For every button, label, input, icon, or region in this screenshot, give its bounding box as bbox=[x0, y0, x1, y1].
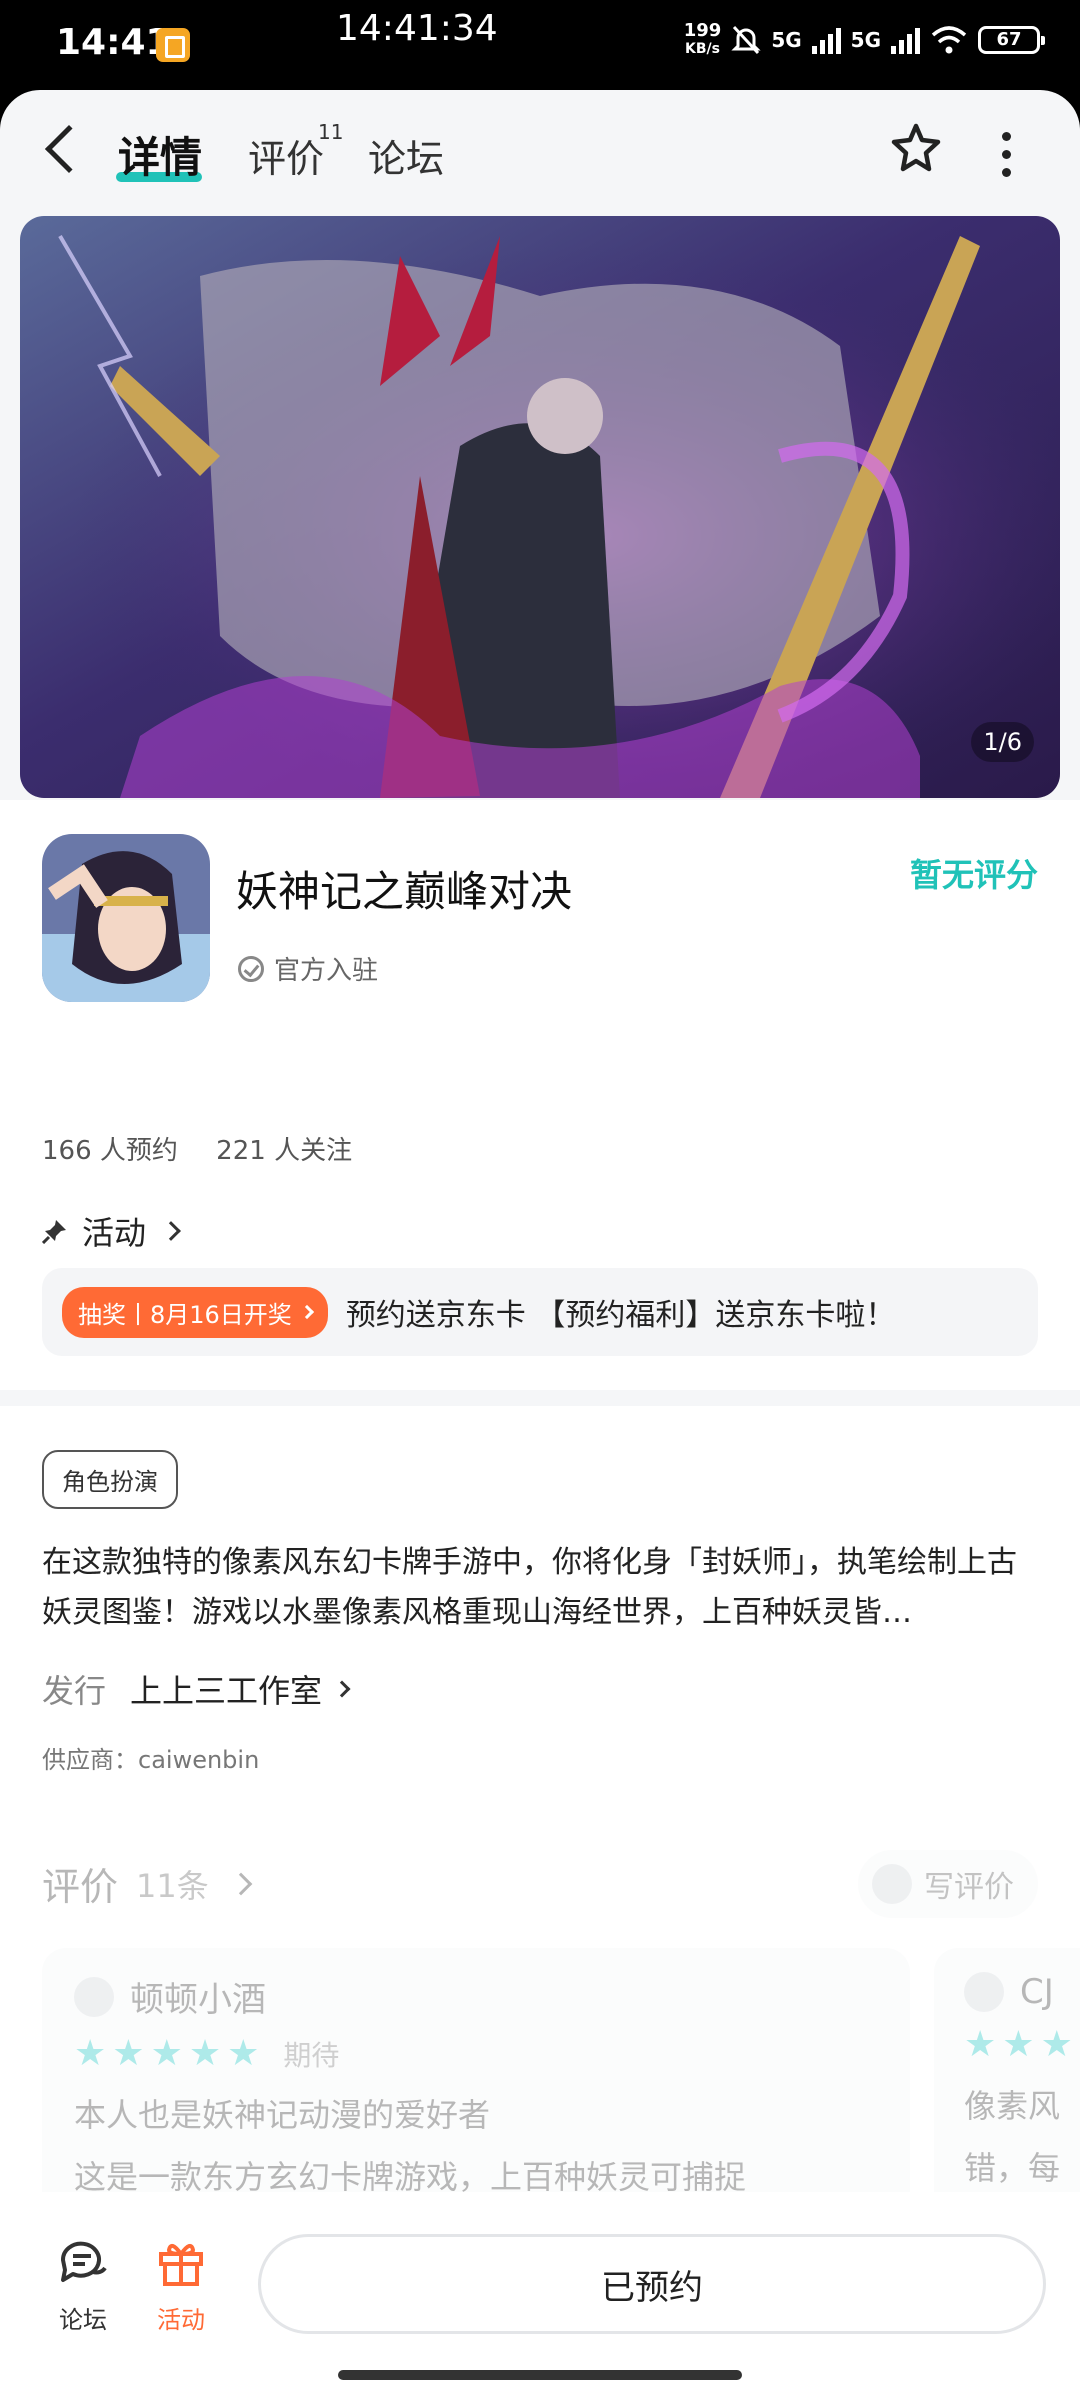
activity-header[interactable]: 活动 bbox=[42, 1208, 181, 1254]
reviews-count: 11条 bbox=[136, 1866, 209, 1905]
notification-icon bbox=[156, 28, 190, 62]
tab-details[interactable]: 详情 bbox=[118, 124, 202, 185]
publisher-name: 上上三工作室 bbox=[130, 1672, 323, 1710]
reviewer-name: CJ bbox=[1020, 1972, 1054, 2012]
back-arrow-icon[interactable] bbox=[44, 124, 94, 174]
status-time: 14:41 bbox=[56, 22, 171, 63]
home-indicator[interactable] bbox=[338, 2370, 742, 2380]
status-right: 199 KB/s 5G 5G 67 bbox=[684, 22, 1045, 58]
bottom-action-bar: 论坛 活动 已预约 bbox=[0, 2192, 1080, 2400]
publisher-chevron-icon bbox=[333, 1680, 351, 1698]
supplier-info: 供应商：caiwenbin bbox=[42, 1746, 260, 1774]
star-icon: ★ bbox=[964, 2024, 997, 2065]
activity-card[interactable]: 抽奖丨8月16日开奖 预约送京东卡 【预约福利】送京东卡啦！ bbox=[42, 1268, 1038, 1356]
review-user: CJ bbox=[964, 1972, 1080, 2012]
game-app-icon bbox=[42, 834, 210, 1002]
banner-page-counter: 1/6 bbox=[971, 722, 1034, 762]
reviews-header[interactable]: 评价 11条 bbox=[42, 1856, 253, 1911]
status-clock: 14:41:34 bbox=[336, 8, 498, 49]
star-icon: ★ bbox=[150, 2033, 183, 2074]
app-screen: 详情 评价 11 论坛 1/6 妖神记之巅峰对决 官方入驻 暂无评分 166 人… bbox=[0, 90, 1080, 2400]
badge-chevron-icon bbox=[299, 1304, 314, 1320]
star-icon: ★ bbox=[112, 2033, 145, 2074]
follower-count: 221 人关注 bbox=[216, 1136, 353, 1166]
verified-check-icon bbox=[238, 955, 264, 982]
pin-icon bbox=[42, 1220, 66, 1244]
gift-icon bbox=[159, 2243, 203, 2286]
game-title: 妖神记之巅峰对决 bbox=[236, 867, 573, 916]
reviewer-name: 顿顿小酒 bbox=[130, 1980, 266, 2020]
review-stars: ★ ★ ★ ★ ★ 期待 bbox=[74, 2033, 878, 2074]
reserved-button[interactable]: 已预约 bbox=[258, 2234, 1046, 2334]
review-user: 顿顿小酒 bbox=[74, 1972, 878, 2021]
bottom-activity-label: 活动 bbox=[157, 2306, 205, 2334]
write-review-button[interactable]: 写评价 bbox=[858, 1850, 1038, 1918]
reviews-chevron-icon bbox=[229, 1872, 253, 1895]
more-options-icon[interactable] bbox=[998, 132, 1014, 177]
reservation-count: 166 人预约 bbox=[42, 1136, 178, 1166]
activity-heading: 活动 bbox=[82, 1214, 147, 1252]
write-review-label: 写评价 bbox=[924, 1870, 1014, 1905]
favorite-star-icon[interactable] bbox=[888, 120, 944, 176]
wifi-icon bbox=[931, 26, 967, 54]
net-speed: 199 KB/s bbox=[684, 22, 722, 58]
bottom-forum-button[interactable]: 论坛 bbox=[38, 2238, 128, 2335]
net-speed-value: 199 bbox=[683, 20, 722, 41]
signal-label-1: 5G bbox=[771, 28, 802, 52]
official-badge: 官方入驻 bbox=[238, 950, 378, 987]
star-icon: ★ bbox=[74, 2033, 107, 2074]
bottom-forum-label: 论坛 bbox=[59, 2306, 107, 2334]
official-label: 官方入驻 bbox=[274, 956, 379, 986]
publisher-row[interactable]: 发行 上上三工作室 bbox=[42, 1666, 351, 1712]
bottom-activity-button[interactable]: 活动 bbox=[136, 2238, 226, 2335]
reviews-tab-badge: 11 bbox=[318, 120, 344, 144]
tab-forum[interactable]: 论坛 bbox=[368, 128, 444, 183]
signal-icon-1 bbox=[811, 26, 841, 54]
star-icon: ★ bbox=[1002, 2024, 1035, 2065]
game-description[interactable]: 在这款独特的像素风东幻卡牌手游中，你将化身「封妖师」，执笔绘制上古妖灵图鉴！游戏… bbox=[42, 1538, 1042, 1638]
banner-carousel[interactable]: 1/6 bbox=[20, 216, 1060, 798]
publisher-label: 发行 bbox=[42, 1672, 107, 1710]
lottery-badge-text: 抽奖丨8月16日开奖 bbox=[78, 1300, 292, 1329]
review-tag: 期待 bbox=[283, 2038, 340, 2072]
reviewer-avatar bbox=[74, 1976, 114, 2017]
game-info-section: 妖神记之巅峰对决 官方入驻 暂无评分 166 人预约 221 人关注 活动 抽奖… bbox=[0, 800, 1080, 1390]
status-bar: 14:41 14:41:34 199 KB/s 5G 5G 67 bbox=[0, 0, 1080, 90]
signal-label-2: 5G bbox=[850, 28, 881, 52]
star-icon: ★ bbox=[1040, 2024, 1073, 2065]
star-icon: ★ bbox=[227, 2033, 260, 2074]
signal-icon-2 bbox=[891, 26, 920, 54]
activity-text: 预约送京东卡 【预约福利】送京东卡啦！ bbox=[345, 1298, 896, 1333]
reviews-heading: 评价 bbox=[42, 1865, 119, 1909]
top-nav: 详情 评价 11 论坛 bbox=[0, 90, 1080, 210]
mute-bell-icon bbox=[731, 25, 761, 55]
rating-status: 暂无评分 bbox=[909, 856, 1038, 894]
lottery-badge: 抽奖丨8月16日开奖 bbox=[62, 1286, 328, 1338]
review-stars: ★ ★ ★ bbox=[964, 2024, 1080, 2065]
reviewer-avatar bbox=[964, 1972, 1004, 2012]
chevron-right-icon bbox=[161, 1221, 181, 1241]
battery-icon: 67 bbox=[978, 26, 1045, 54]
tab-reviews[interactable]: 评价 bbox=[248, 128, 324, 183]
genre-tag[interactable]: 角色扮演 bbox=[42, 1450, 178, 1509]
game-stats: 166 人预约 221 人关注 bbox=[42, 1130, 382, 1167]
net-speed-unit: KB/s bbox=[685, 41, 720, 57]
star-icon: ★ bbox=[188, 2033, 222, 2074]
banner-artwork bbox=[20, 216, 1060, 798]
forum-chat-icon bbox=[60, 2241, 107, 2282]
user-avatar bbox=[872, 1864, 912, 1904]
